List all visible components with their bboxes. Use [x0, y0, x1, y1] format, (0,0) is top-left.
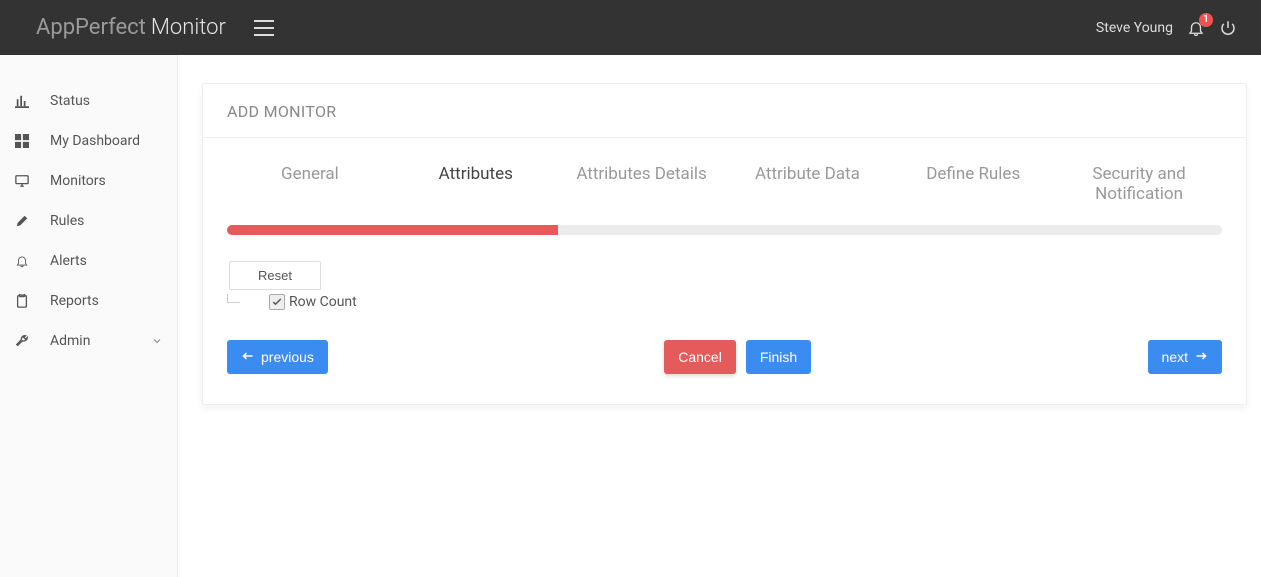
- sidebar-item-alerts[interactable]: Alerts: [0, 241, 177, 281]
- brand-light: AppPerfect: [36, 15, 146, 40]
- wizard-tab-security-notification[interactable]: Security and Notification: [1056, 164, 1222, 205]
- wizard-tab-attributes[interactable]: Attributes: [393, 164, 559, 205]
- next-button[interactable]: next: [1148, 340, 1222, 374]
- sidebar-item-label: Rules: [50, 213, 84, 229]
- clipboard-icon: [14, 293, 30, 309]
- power-icon[interactable]: [1219, 19, 1237, 37]
- tree-item-row-count[interactable]: Row Count: [227, 294, 1222, 310]
- content-area: ADD MONITOR General Attributes Attribute…: [178, 55, 1261, 577]
- notification-bell-icon[interactable]: 1: [1187, 19, 1205, 37]
- sidebar-item-label: Alerts: [50, 253, 87, 269]
- sidebar: Status My Dashboard Monitors Rules Alert…: [0, 55, 178, 577]
- wizard-tabs: General Attributes Attributes Details At…: [227, 138, 1222, 225]
- grid-icon: [14, 133, 30, 149]
- brand: AppPerfect Monitor: [36, 15, 226, 40]
- wizard-tab-define-rules[interactable]: Define Rules: [890, 164, 1056, 205]
- brand-bold: Monitor: [151, 15, 226, 40]
- chevron-down-icon: [151, 335, 163, 347]
- sidebar-item-monitors[interactable]: Monitors: [0, 161, 177, 201]
- arrow-left-icon: [241, 349, 255, 365]
- card-title: ADD MONITOR: [203, 84, 1246, 138]
- bar-chart-icon: [14, 93, 30, 109]
- sidebar-item-label: My Dashboard: [50, 133, 140, 149]
- wizard-tab-general[interactable]: General: [227, 164, 393, 205]
- cancel-button[interactable]: Cancel: [664, 340, 736, 374]
- button-label: next: [1162, 349, 1188, 365]
- sidebar-item-status[interactable]: Status: [0, 81, 177, 121]
- hamburger-icon[interactable]: [254, 20, 274, 36]
- pencil-icon: [14, 213, 30, 229]
- tree-item-label: Row Count: [289, 294, 357, 310]
- wizard-tab-attributes-details[interactable]: Attributes Details: [559, 164, 725, 205]
- sidebar-item-admin[interactable]: Admin: [0, 321, 177, 361]
- wizard-tab-attribute-data[interactable]: Attribute Data: [724, 164, 890, 205]
- reset-button[interactable]: Reset: [229, 261, 321, 290]
- bell-icon: [14, 253, 30, 269]
- monitor-icon: [14, 173, 30, 189]
- wrench-icon: [14, 333, 30, 349]
- attribute-tree: Reset Row Count: [227, 261, 1222, 310]
- user-name[interactable]: Steve Young: [1096, 20, 1173, 36]
- notification-badge: 1: [1199, 13, 1213, 27]
- add-monitor-card: ADD MONITOR General Attributes Attribute…: [202, 83, 1247, 405]
- button-label: previous: [261, 349, 314, 365]
- sidebar-item-dashboard[interactable]: My Dashboard: [0, 121, 177, 161]
- wizard-footer: previous Cancel Finish next: [227, 340, 1222, 374]
- checkbox-checked-icon[interactable]: [269, 294, 285, 310]
- wizard-progress-fill: [227, 225, 558, 235]
- sidebar-item-reports[interactable]: Reports: [0, 281, 177, 321]
- sidebar-item-label: Admin: [50, 333, 90, 349]
- finish-button[interactable]: Finish: [746, 340, 811, 374]
- app-header: AppPerfect Monitor Steve Young 1: [0, 0, 1261, 55]
- sidebar-item-rules[interactable]: Rules: [0, 201, 177, 241]
- arrow-right-icon: [1194, 349, 1208, 365]
- sidebar-item-label: Status: [50, 93, 90, 109]
- sidebar-item-label: Monitors: [50, 173, 106, 189]
- previous-button[interactable]: previous: [227, 340, 328, 374]
- wizard-progress: [227, 225, 1222, 235]
- sidebar-item-label: Reports: [50, 293, 99, 309]
